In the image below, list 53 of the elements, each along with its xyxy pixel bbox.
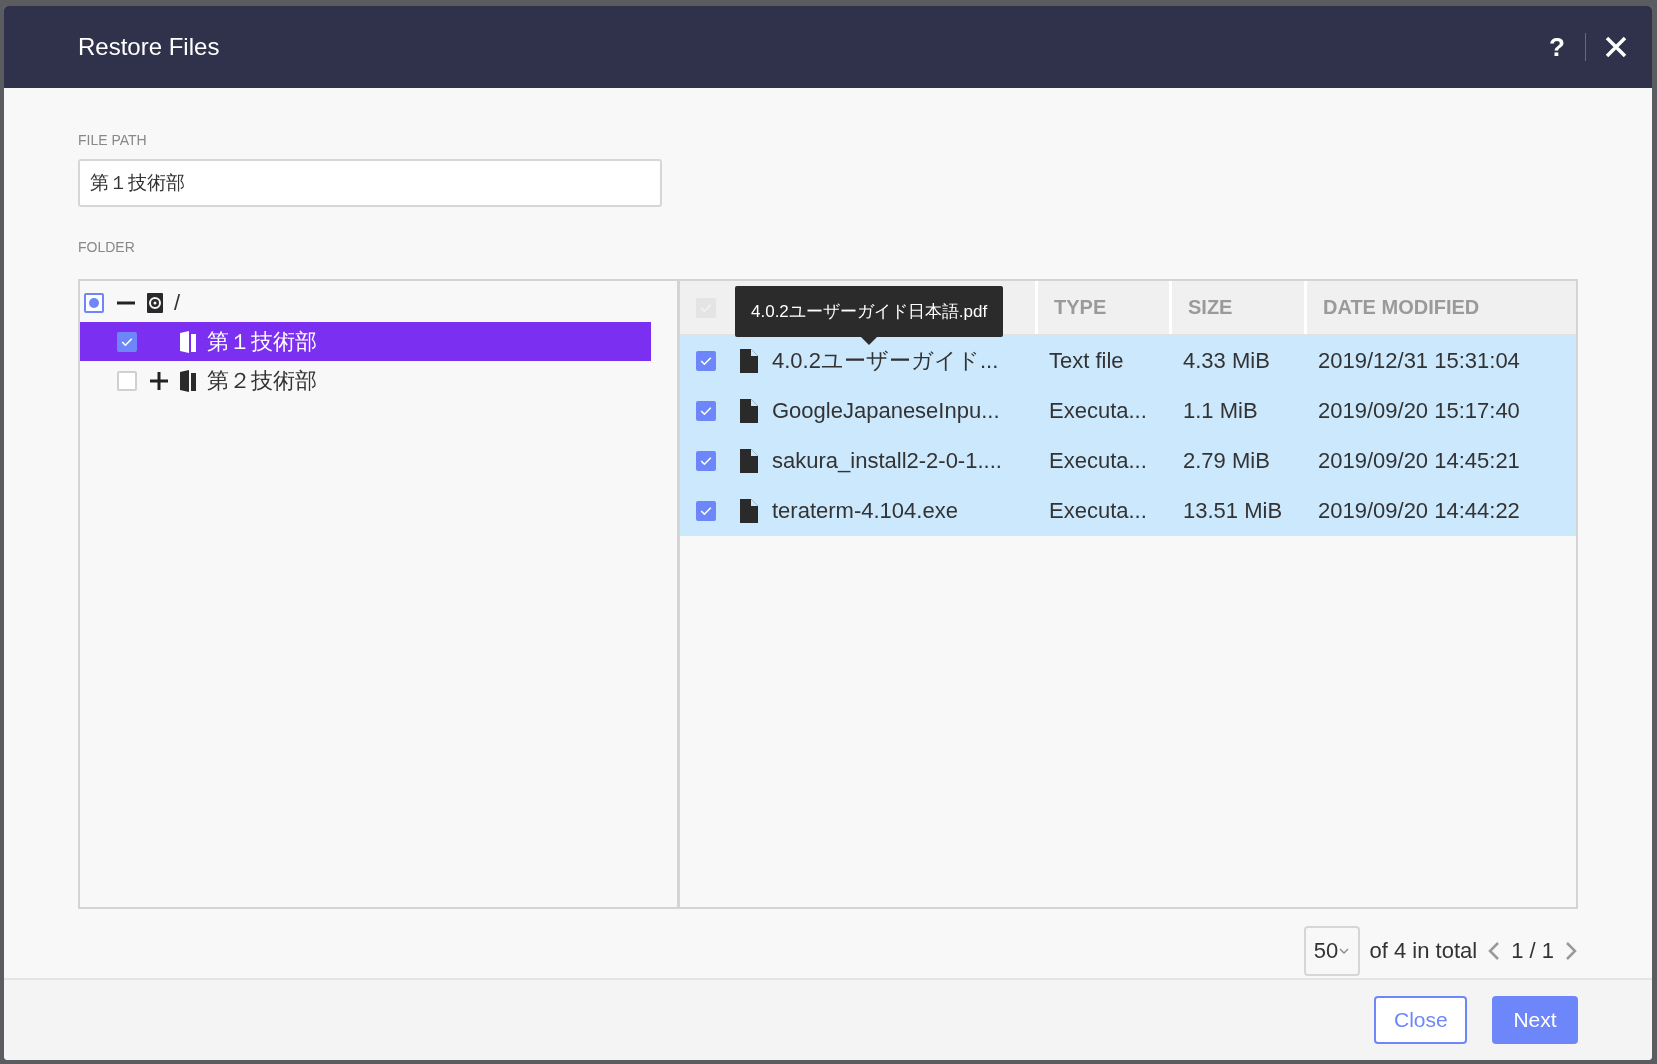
chevron-left-icon <box>1487 940 1502 962</box>
file-date: 2019/09/20 14:45:21 <box>1317 448 1521 474</box>
field-label: FILE PATH <box>78 132 148 148</box>
binder-icon <box>179 369 197 392</box>
file-row[interactable]: 4.0.2ユーザーガイド... Text file 4.33 MiB 2019/12/31 15:31:04 <box>680 336 1576 386</box>
file-type: Executa... <box>1048 398 1148 424</box>
file-date: 2019/09/20 14:44:22 <box>1317 498 1521 524</box>
file-size: 13.51 MiB <box>1182 498 1284 524</box>
file-type: Executa... <box>1048 498 1148 524</box>
checkbox[interactable] <box>117 331 137 352</box>
checkbox[interactable] <box>696 401 716 421</box>
checkbox[interactable] <box>696 351 716 371</box>
tooltip-pointer-icon <box>861 337 878 345</box>
previous-page-button[interactable] <box>1487 940 1502 962</box>
file-path-field[interactable]: 第１技術部 <box>78 159 662 207</box>
tooltip: 4.0.2ユーザーガイド日本語.pdf <box>735 286 1004 337</box>
file-name: GoogleJapaneseInpu... <box>772 398 1000 424</box>
file-type: Text file <box>1048 348 1125 374</box>
file-icon <box>740 349 758 373</box>
checkbox[interactable] <box>84 292 104 313</box>
checkbox[interactable] <box>117 370 137 391</box>
tree-item[interactable]: / <box>80 283 651 322</box>
file-type: Executa... <box>1048 448 1148 474</box>
file-row[interactable]: GoogleJapaneseInpu... Executa... 1.1 MiB 2019/09/20 15:17:40 <box>680 386 1576 436</box>
dot-icon <box>89 297 99 308</box>
page-size-select[interactable]: 50 <box>1303 926 1360 976</box>
file-size: 4.33 MiB <box>1182 348 1271 374</box>
total-count: of 4 in total <box>1369 938 1478 964</box>
file-size: 2.79 MiB <box>1182 448 1271 474</box>
file-row[interactable]: teraterm-4.104.exe Executa... 13.51 MiB 2019/09/20 14:44:22 <box>680 486 1576 536</box>
checkbox[interactable] <box>696 451 716 471</box>
close-icon <box>1604 35 1628 59</box>
next-page-button[interactable] <box>1564 940 1578 962</box>
tree-item[interactable]: 第１技術部 <box>80 322 651 361</box>
file-icon <box>740 499 758 523</box>
file-name: teraterm-4.104.exe <box>772 498 958 524</box>
section-label: FOLDER <box>78 239 136 255</box>
binder-icon <box>179 330 197 353</box>
file-icon <box>740 399 758 423</box>
file-date: 2019/09/20 15:17:40 <box>1317 398 1521 424</box>
dialog-title: Restore Files <box>78 33 221 61</box>
page-indicator: 1 / 1 <box>1511 938 1554 964</box>
file-name: 4.0.2ユーザーガイド... <box>772 347 999 375</box>
checkbox[interactable] <box>696 501 716 521</box>
file-size: 1.1 MiB <box>1182 398 1259 424</box>
tree-item[interactable]: 第２技術部 <box>80 361 651 400</box>
file-row[interactable]: sakura_install2-2-0-1.... Executa... 2.79 MiB 2019/09/20 14:45:21 <box>680 436 1576 486</box>
chevron-down-icon <box>1339 947 1350 955</box>
chevron-right-icon <box>1564 940 1578 962</box>
file-date: 2019/12/31 15:31:04 <box>1317 348 1521 374</box>
file-icon <box>740 449 758 473</box>
file-name: sakura_install2-2-0-1.... <box>772 448 1002 474</box>
help-button[interactable]: ? <box>1541 31 1573 63</box>
